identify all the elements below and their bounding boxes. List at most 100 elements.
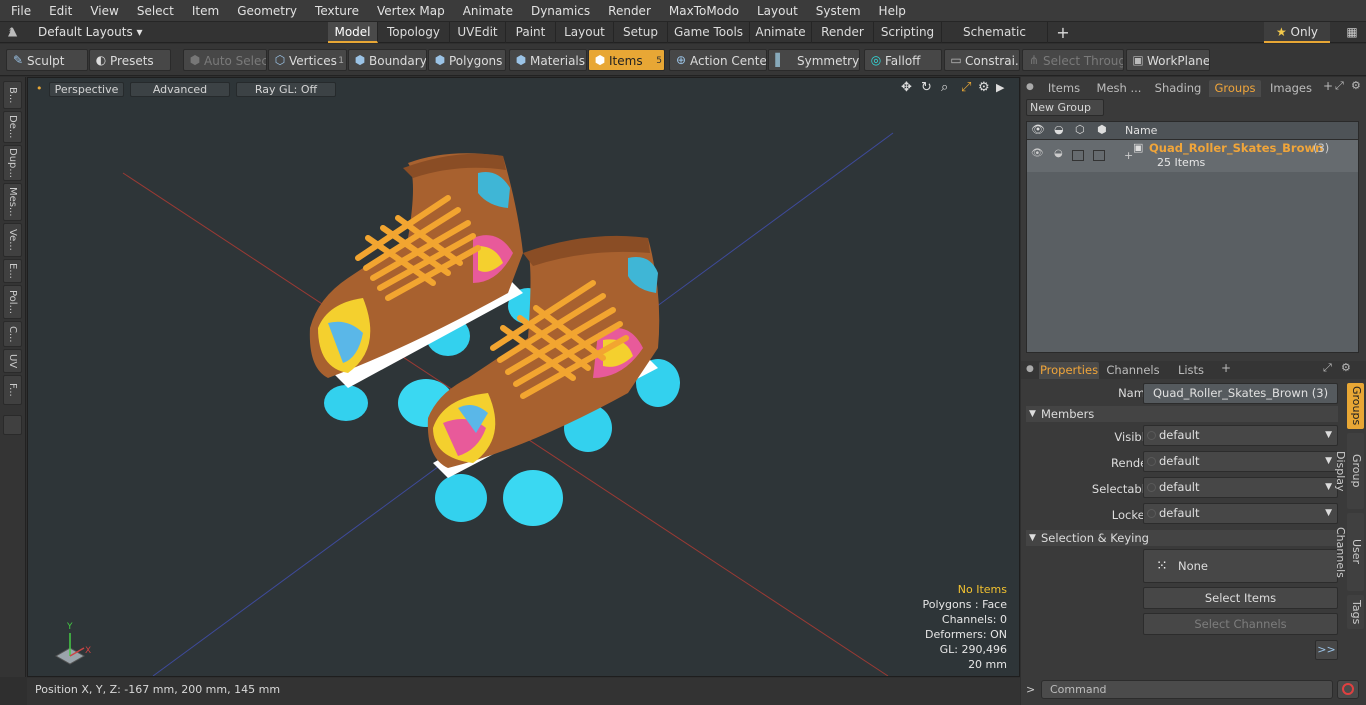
panel-settings-icon[interactable]: ⚙: [1351, 79, 1361, 92]
polygons-button[interactable]: ⬢ Polygons: [428, 49, 506, 71]
action-center-button[interactable]: ⊕ Action Center: [669, 49, 767, 71]
tab-schematic-fusion[interactable]: Schematic Fusion: [942, 22, 1048, 60]
presets-button[interactable]: ◐ Presets: [89, 49, 171, 71]
render-dropdown[interactable]: default ▼: [1143, 451, 1338, 472]
tab-game-tools[interactable]: Game Tools: [668, 22, 750, 43]
perspective-dropdown[interactable]: Perspective: [49, 82, 124, 97]
viewport-menu-dot-icon[interactable]: •: [36, 82, 43, 95]
locked-dropdown[interactable]: default ▼: [1143, 503, 1338, 524]
menu-edit[interactable]: Edit: [40, 0, 81, 22]
menu-layout[interactable]: Layout: [748, 0, 807, 22]
boundary-button[interactable]: ⬢ Boundary: [348, 49, 427, 71]
advanced-dropdown[interactable]: Advanced: [130, 82, 230, 97]
up-arrow-icon[interactable]: ▲: [8, 24, 17, 38]
add-props-tab-icon[interactable]: +: [1221, 361, 1231, 375]
row-render-icon[interactable]: ◒: [1054, 148, 1063, 159]
more-button[interactable]: >>: [1315, 640, 1338, 660]
tab-images[interactable]: Images: [1265, 80, 1317, 97]
tab-render[interactable]: Render: [812, 22, 874, 43]
visible-dropdown[interactable]: default ▼: [1143, 425, 1338, 446]
left-tab-ve[interactable]: Ve...: [3, 223, 22, 257]
only-toggle[interactable]: ★ Only: [1264, 22, 1330, 43]
new-group-button[interactable]: New Group: [1026, 99, 1104, 116]
select-items-button[interactable]: Select Items: [1143, 587, 1338, 609]
panel-menu-dot-icon[interactable]: ●: [1026, 82, 1034, 92]
layouts-dropdown[interactable]: Default Layouts ▾: [38, 25, 143, 39]
menu-dynamics[interactable]: Dynamics: [522, 0, 599, 22]
raygl-toggle[interactable]: Ray GL: Off: [236, 82, 336, 97]
tab-scripting[interactable]: Scripting: [874, 22, 942, 43]
tab-items[interactable]: Items: [1039, 80, 1089, 97]
left-tab-dup[interactable]: Dup...: [3, 145, 22, 181]
select-col-icon[interactable]: ⬡: [1075, 123, 1085, 136]
left-tab-mes[interactable]: Mes...: [3, 183, 22, 221]
lock-col-icon[interactable]: ⬢: [1097, 123, 1107, 136]
row-select-checkbox[interactable]: [1072, 150, 1084, 161]
expand-row-icon[interactable]: +: [1124, 149, 1133, 162]
left-tab-c[interactable]: C...: [3, 321, 22, 347]
tab-model[interactable]: Model: [328, 22, 378, 43]
workplane-button[interactable]: ▣ WorkPlane: [1126, 49, 1210, 71]
zoom-view-icon[interactable]: ⌕: [941, 80, 948, 95]
menu-file[interactable]: File: [0, 0, 40, 22]
props-settings-icon[interactable]: ⚙: [1341, 361, 1351, 374]
group-name[interactable]: Quad_Roller_Skates_Brown: [1149, 141, 1323, 155]
tab-mesh[interactable]: Mesh ...: [1091, 80, 1147, 97]
side-tab-tags[interactable]: Tags: [1347, 595, 1364, 629]
select-through-button[interactable]: ⋔Select Through: [1022, 49, 1124, 71]
group-name-field[interactable]: Quad_Roller_Skates_Brown (3): [1143, 383, 1338, 404]
tab-topology[interactable]: Topology: [378, 22, 450, 43]
add-panel-tab-icon[interactable]: +: [1323, 79, 1333, 93]
selection-keying-section-header[interactable]: ▼ Selection & Keying: [1026, 530, 1338, 546]
tab-lists[interactable]: Lists: [1169, 362, 1213, 379]
render-col-icon[interactable]: ◒: [1054, 123, 1064, 136]
tab-groups[interactable]: Groups: [1209, 80, 1261, 97]
sculpt-button[interactable]: ✎ Sculpt: [6, 49, 88, 71]
selectable-dropdown[interactable]: default ▼: [1143, 477, 1338, 498]
side-tab-group-display[interactable]: Group Display: [1334, 433, 1364, 509]
panel-expand-icon[interactable]: ⤢: [1335, 79, 1344, 93]
rotate-view-icon[interactable]: ↻: [921, 80, 932, 95]
tab-shading[interactable]: Shading: [1149, 80, 1207, 97]
left-tab-f[interactable]: F...: [3, 375, 22, 405]
row-lock-checkbox[interactable]: [1093, 150, 1105, 161]
side-tab-groups[interactable]: Groups: [1347, 383, 1364, 429]
layout-options-icon[interactable]: ▦: [1338, 22, 1366, 43]
command-input[interactable]: Command: [1041, 680, 1333, 699]
menu-help[interactable]: Help: [870, 0, 915, 22]
viewport-settings-icon[interactable]: ⚙: [978, 80, 990, 95]
tab-uvedit[interactable]: UVEdit: [450, 22, 506, 43]
left-tab-pol[interactable]: Pol...: [3, 285, 22, 319]
falloff-button[interactable]: ◎ Falloff: [864, 49, 942, 71]
members-section-header[interactable]: ▼ Members: [1026, 406, 1338, 422]
auto-select-button[interactable]: ⬢ Auto Select: [183, 49, 267, 71]
menu-geometry[interactable]: Geometry: [228, 0, 306, 22]
left-tab-b[interactable]: B...: [3, 81, 22, 109]
group-row[interactable]: 👁 ◒ + ▣ Quad_Roller_Skates_Brown (3) 25 …: [1027, 140, 1358, 172]
side-tab-user-channels[interactable]: User Channels: [1334, 513, 1364, 591]
menu-animate[interactable]: Animate: [454, 0, 522, 22]
left-tab-e[interactable]: E...: [3, 259, 22, 283]
tab-layout[interactable]: Layout: [556, 22, 614, 43]
menu-texture[interactable]: Texture: [306, 0, 368, 22]
props-expand-icon[interactable]: ⤢: [1323, 361, 1332, 375]
left-tab-uv[interactable]: UV: [3, 349, 22, 373]
constraints-button[interactable]: ▭Constrai...: [944, 49, 1020, 71]
visibility-col-icon[interactable]: 👁: [1031, 123, 1045, 136]
move-view-icon[interactable]: ✥: [901, 80, 912, 95]
left-tab-toggle[interactable]: [3, 415, 22, 435]
tab-setup[interactable]: Setup: [614, 22, 668, 43]
viewport-expand-icon[interactable]: ▶: [996, 81, 1004, 94]
menu-view[interactable]: View: [81, 0, 127, 22]
menu-vertex-map[interactable]: Vertex Map: [368, 0, 454, 22]
menu-render[interactable]: Render: [599, 0, 660, 22]
items-button[interactable]: ⬢ Items 5: [588, 49, 665, 71]
symmetry-button[interactable]: ▌ Symmetry: [768, 49, 860, 71]
select-channels-button[interactable]: Select Channels: [1143, 613, 1338, 635]
materials-button[interactable]: ⬢ Materials: [509, 49, 587, 71]
menu-item[interactable]: Item: [183, 0, 228, 22]
tab-animate[interactable]: Animate: [750, 22, 812, 43]
keying-none-button[interactable]: ⁙ None: [1143, 549, 1338, 583]
tab-channels[interactable]: Channels: [1105, 362, 1161, 379]
row-visible-icon[interactable]: 👁: [1031, 148, 1044, 159]
